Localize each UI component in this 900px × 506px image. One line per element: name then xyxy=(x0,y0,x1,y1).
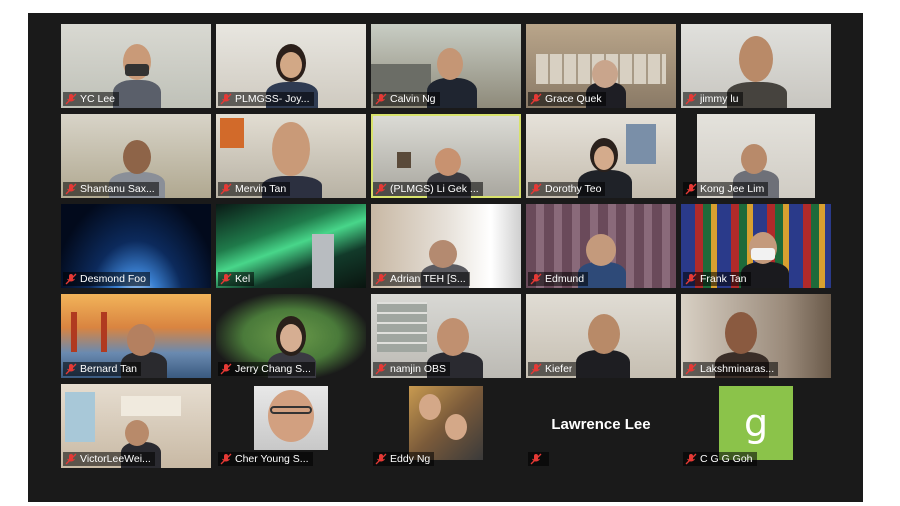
mic-muted-icon xyxy=(375,453,387,465)
mic-muted-icon xyxy=(65,363,77,375)
mic-muted-icon xyxy=(530,183,542,195)
mic-muted-icon xyxy=(685,93,697,105)
participant-name: Adrian TEH [S... xyxy=(390,273,466,285)
participant-name: Eddy Ng xyxy=(390,453,431,465)
participant-tile[interactable]: Cher Young S... xyxy=(216,384,366,468)
participant-name: Calvin Ng xyxy=(390,93,436,105)
participant-tile[interactable]: Frank Tan xyxy=(681,204,831,288)
participant-tile[interactable]: YC Lee xyxy=(61,24,211,108)
participant-tile-active-speaker[interactable]: (PLMGS) Li Gek ... xyxy=(371,114,521,198)
mic-muted-icon xyxy=(685,363,697,375)
participant-tile[interactable]: Jerry Chang S... xyxy=(216,294,366,378)
participant-tile[interactable]: Desmond Foo xyxy=(61,204,211,288)
participant-name: Dorothy Teo xyxy=(545,183,602,195)
participant-name: PLMGSS- Joy... xyxy=(235,93,310,105)
participant-tile[interactable]: Shantanu Sax... xyxy=(61,114,211,198)
participant-name: Shantanu Sax... xyxy=(80,183,155,195)
profile-avatar: g xyxy=(719,386,793,460)
participant-tile[interactable]: Adrian TEH [S... xyxy=(371,204,521,288)
participant-name: YC Lee xyxy=(80,93,116,105)
participant-tile[interactable]: Lakshminaras... xyxy=(681,294,831,378)
mic-muted-icon xyxy=(375,183,387,195)
participant-name: Edmund xyxy=(545,273,585,285)
participant-tile[interactable]: jimmy lu xyxy=(681,24,831,108)
participant-tile[interactable]: Eddy Ng xyxy=(371,384,521,468)
participant-name: Mervin Tan xyxy=(235,183,287,195)
participant-name: Kiefer xyxy=(545,363,573,375)
participant-name: Desmond Foo xyxy=(80,273,146,285)
mic-muted-icon xyxy=(530,93,542,105)
mic-muted-icon xyxy=(220,273,232,285)
participant-name: Jerry Chang S... xyxy=(235,363,311,375)
participant-name: Bernard Tan xyxy=(80,363,138,375)
mic-muted-icon xyxy=(220,183,232,195)
mic-muted-icon xyxy=(530,273,542,285)
participant-name: jimmy lu xyxy=(700,93,739,105)
mic-muted-icon xyxy=(65,453,77,465)
participant-name: Lakshminaras... xyxy=(700,363,775,375)
mic-muted-icon xyxy=(530,363,542,375)
participant-tile[interactable]: Kel xyxy=(216,204,366,288)
participant-tile[interactable]: PLMGSS- Joy... xyxy=(216,24,366,108)
mic-muted-icon xyxy=(65,183,77,195)
mic-muted-icon xyxy=(65,93,77,105)
participant-name: namjin OBS xyxy=(390,363,447,375)
mic-muted-icon xyxy=(375,363,387,375)
participant-tile-avatar[interactable]: g C G G Goh xyxy=(681,384,831,468)
participant-tile[interactable]: Dorothy Teo xyxy=(526,114,676,198)
participant-tile[interactable]: Mervin Tan xyxy=(216,114,366,198)
mic-muted-icon xyxy=(685,273,697,285)
participant-name: Cher Young S... xyxy=(235,453,309,465)
mic-muted-icon xyxy=(530,453,542,465)
mic-muted-icon xyxy=(375,93,387,105)
mic-muted-icon xyxy=(65,273,77,285)
participant-name: Frank Tan xyxy=(700,273,747,285)
participant-tile[interactable]: namjin OBS xyxy=(371,294,521,378)
participant-tile[interactable]: Calvin Ng xyxy=(371,24,521,108)
participant-tile[interactable]: Edmund xyxy=(526,204,676,288)
participant-tile-video-off[interactable]: Lawrence Lee xyxy=(526,384,676,468)
mic-muted-icon xyxy=(685,453,697,465)
participant-name: Kong Jee Lim xyxy=(700,183,765,195)
video-gallery: YC Lee PLMGSS- Joy... Calvin Ng Grace Qu… xyxy=(28,13,863,502)
mic-muted-icon xyxy=(685,183,697,195)
participant-name: (PLMGS) Li Gek ... xyxy=(390,183,479,195)
mic-muted-icon xyxy=(220,363,232,375)
participant-tile[interactable]: Kiefer xyxy=(526,294,676,378)
participant-tile[interactable]: Bernard Tan xyxy=(61,294,211,378)
participant-tile[interactable]: VictorLeeWei... xyxy=(61,384,211,468)
participant-name: VictorLeeWei... xyxy=(80,453,151,465)
participant-tile[interactable]: Kong Jee Lim xyxy=(681,114,831,198)
mic-muted-icon xyxy=(220,453,232,465)
participant-name: Grace Quek xyxy=(545,93,602,105)
participant-name: Kel xyxy=(235,273,251,285)
video-off-name: Lawrence Lee xyxy=(551,416,651,433)
participant-name: C G G Goh xyxy=(700,453,753,465)
mic-muted-icon xyxy=(375,273,387,285)
participant-tile[interactable]: Grace Quek xyxy=(526,24,676,108)
mic-muted-icon xyxy=(220,93,232,105)
